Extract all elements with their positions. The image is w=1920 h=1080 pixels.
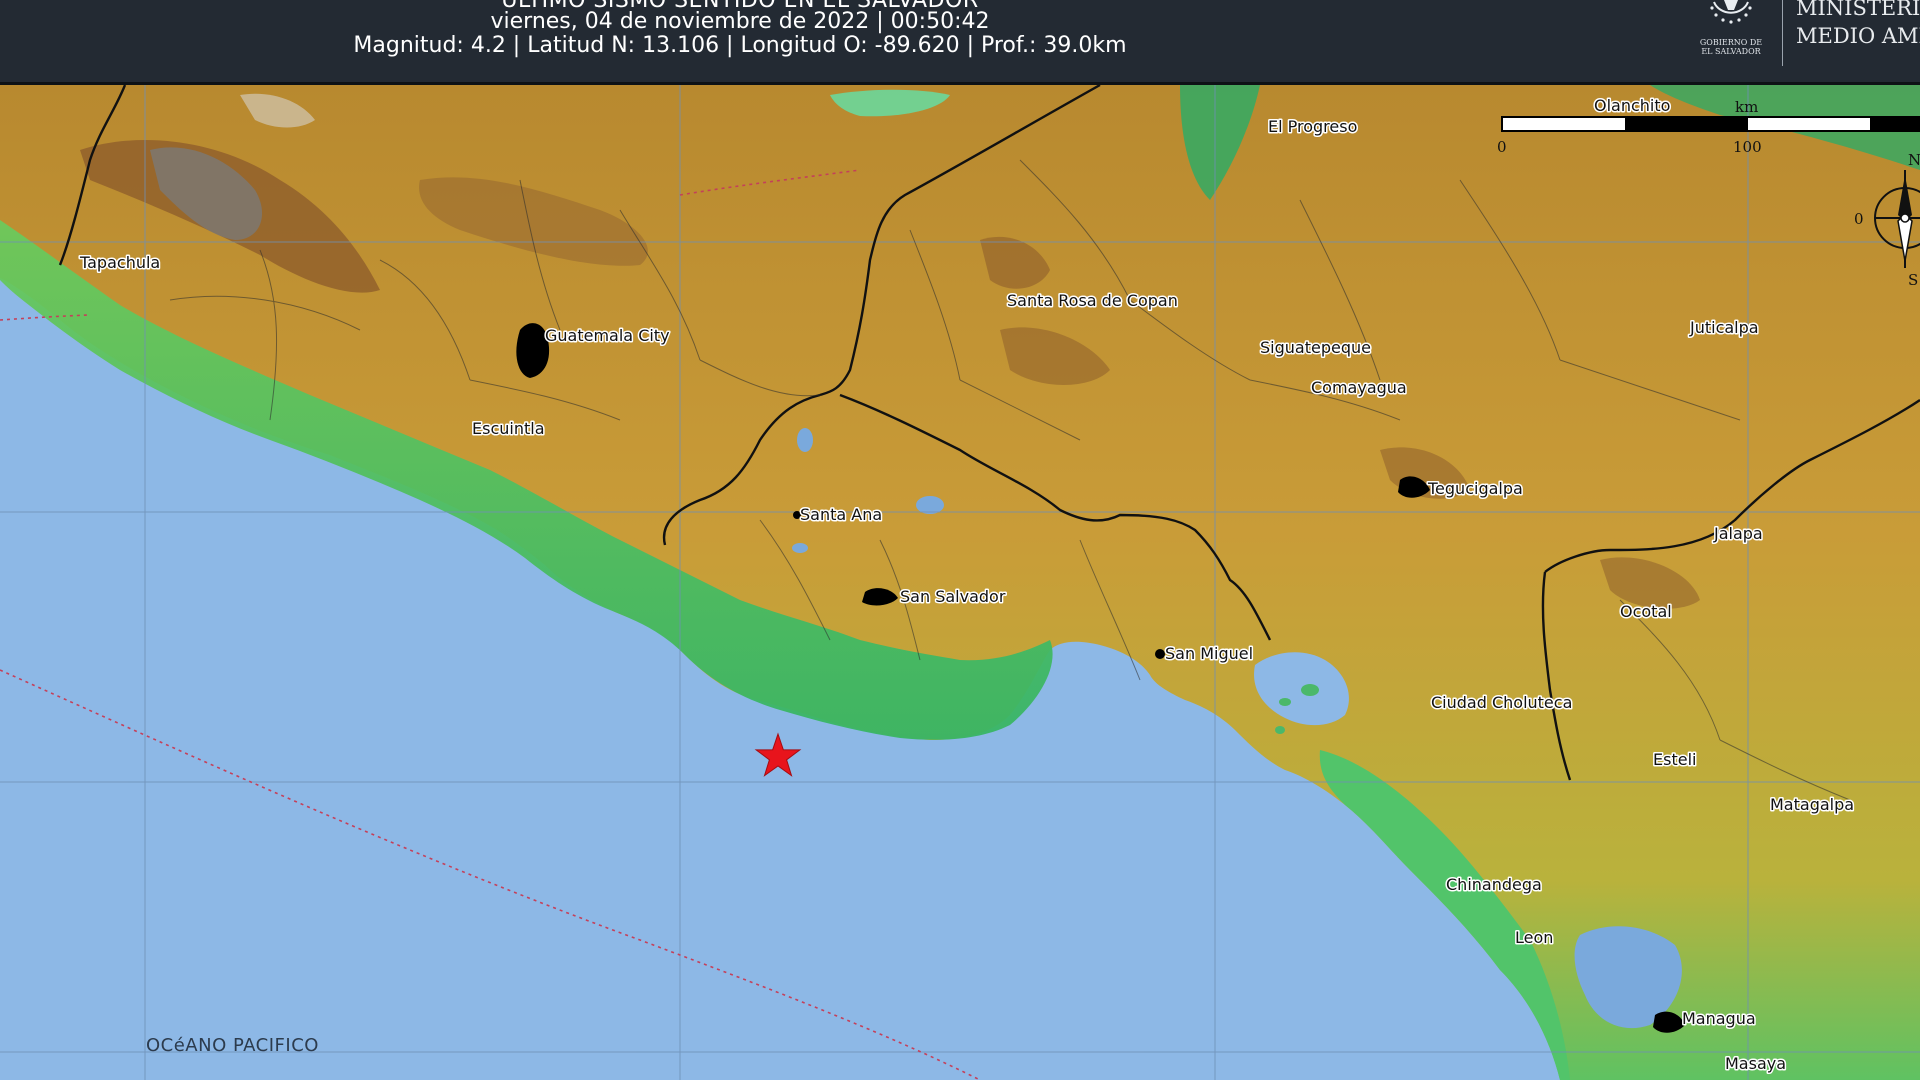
- city-label-santa-ana: Santa Ana: [800, 505, 882, 524]
- city-label-san-salvador: San Salvador: [900, 587, 1006, 606]
- ocean-label: OCéANO PACIFICO: [146, 1035, 319, 1056]
- city-label-guatemala-city: Guatemala City: [545, 326, 670, 345]
- city-label-chinandega: Chinandega: [1446, 875, 1542, 894]
- header-divider: [1782, 0, 1783, 66]
- header-quake-info: Magnitud: 4.2 | Latitud N: 13.106 | Long…: [353, 33, 1127, 58]
- scale-unit: km: [1735, 98, 1758, 116]
- city-label-matagalpa: Matagalpa: [1770, 795, 1854, 814]
- city-label-san-miguel: San Miguel: [1165, 644, 1253, 663]
- compass-south: S: [1908, 271, 1918, 289]
- scale-tick-100: 100: [1733, 138, 1762, 156]
- relief-map[interactable]: Tapachula Guatemala City Escuintla Santa…: [0, 85, 1920, 1080]
- city-label-siguatepeque: Siguatepeque: [1260, 338, 1371, 357]
- city-label-escuintla: Escuintla: [472, 419, 545, 438]
- city-label-ciudad-choluteca: Ciudad Choluteca: [1431, 693, 1572, 712]
- city-label-tapachula: Tapachula: [79, 253, 160, 272]
- government-seal-icon: [1710, 0, 1752, 24]
- city-label-tegucigalpa: Tegucigalpa: [1427, 479, 1523, 498]
- city-label-esteli: Esteli: [1653, 750, 1696, 769]
- map-header: ULTIMO SISMO SENTIDO EN EL SALVADOR vier…: [0, 0, 1920, 85]
- city-label-masaya: Masaya: [1725, 1054, 1786, 1073]
- city-label-jalapa: Jalapa: [1713, 524, 1763, 543]
- city-label-comayagua: Comayagua: [1311, 378, 1407, 397]
- city-label-el-progreso: El Progreso: [1268, 117, 1357, 136]
- ministry-name: MINISTERIO MEDIO AME: [1796, 0, 1920, 48]
- city-label-ocotal: Ocotal: [1620, 602, 1672, 621]
- city-label-managua: Managua: [1682, 1009, 1756, 1028]
- compass-north: N: [1908, 151, 1920, 169]
- logo-caption: GOBIERNO DE EL SALVADOR: [1699, 38, 1763, 56]
- header-date: viernes, 04 de noviembre de 2022 | 00:50…: [490, 9, 990, 34]
- city-label-olanchito: Olanchito: [1594, 96, 1670, 115]
- city-label-leon: Leon: [1515, 928, 1553, 947]
- city-label-santa-rosa-de-copan: Santa Rosa de Copan: [1007, 291, 1178, 310]
- city-label-juticalpa: Juticalpa: [1689, 318, 1759, 337]
- compass-tick: 0: [1854, 210, 1864, 228]
- scale-tick-0: 0: [1497, 138, 1507, 156]
